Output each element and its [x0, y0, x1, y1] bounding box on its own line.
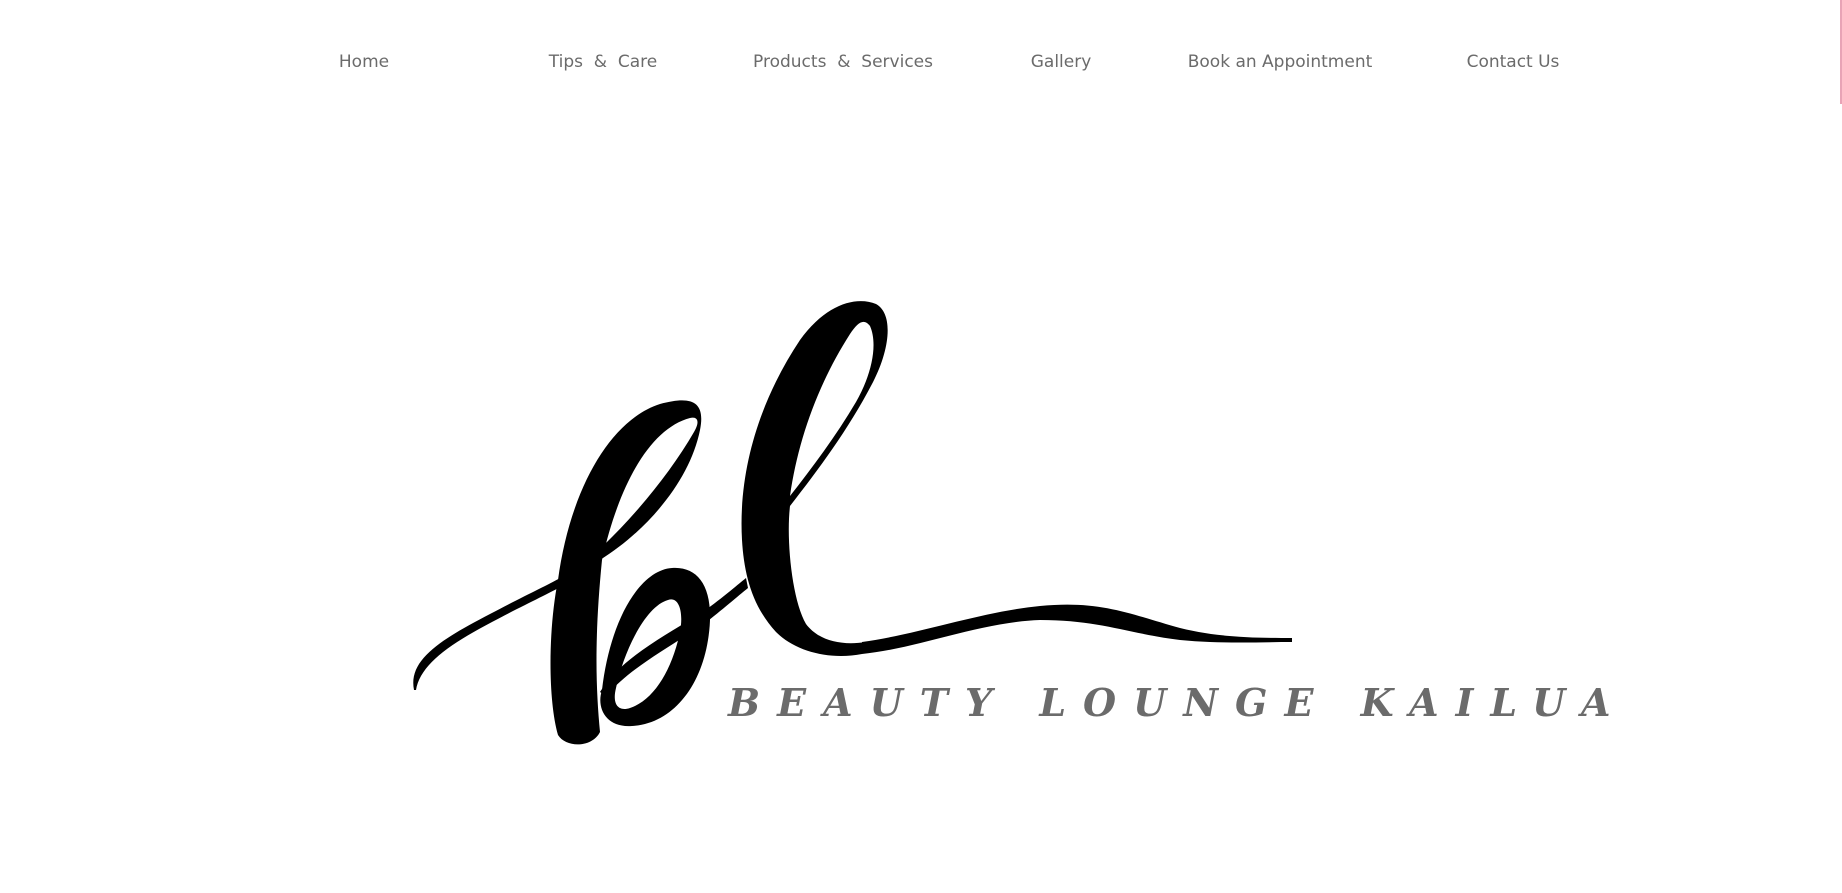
logo-l-stem	[741, 301, 888, 656]
bl-monogram-logo	[413, 301, 1292, 745]
logo-swash	[862, 604, 1292, 654]
logo-entry-swash	[413, 578, 562, 690]
brand-wordmark: BEAUTY LOUNGE KAILUA	[728, 680, 1628, 725]
